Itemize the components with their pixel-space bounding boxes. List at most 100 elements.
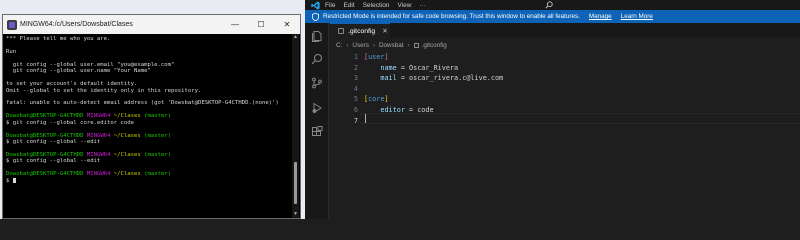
line-number: 5	[353, 95, 358, 104]
line-number: 7	[353, 116, 358, 125]
shield-icon	[312, 12, 319, 21]
manage-link[interactable]: Manage	[589, 13, 612, 20]
editor-tabs: .gitconfig ✕	[330, 23, 800, 38]
chevron-right-icon: ›	[407, 41, 410, 49]
line-number: 2	[353, 63, 358, 72]
code-token: =	[396, 74, 410, 83]
code-token: editor	[364, 106, 405, 114]
code-token: oscar_rivera.c@live.com	[409, 74, 504, 83]
bash-window-controls: — ☐ ✕	[222, 15, 300, 34]
code-line[interactable]: 5 [core]	[330, 94, 800, 105]
breadcrumb-file[interactable]: .gitconfig	[422, 42, 447, 49]
chevron-right-icon: ›	[372, 41, 375, 49]
code-token: =	[404, 106, 418, 114]
prompt-user: Dowsbat@DESKTOP-G4CTHDD	[6, 171, 84, 178]
code-token: ]	[384, 95, 389, 104]
prompt-path: ~/Clases	[113, 113, 141, 120]
prompt-branch: (master)	[144, 132, 172, 139]
prompt-path: ~/Clases	[113, 132, 141, 139]
restricted-mode-banner: Restricted Mode is intended for safe cod…	[305, 10, 800, 23]
file-icon	[413, 42, 419, 48]
prompt-path: ~/Clases	[113, 171, 141, 178]
scroll-up-arrow-icon[interactable]: ▲	[292, 34, 299, 41]
code-line[interactable]: 7	[330, 116, 800, 127]
prompt-branch: (master)	[144, 151, 172, 158]
code-line[interactable]: 1 [user]	[330, 52, 800, 63]
menu-file[interactable]: File	[325, 2, 335, 9]
terminal-output[interactable]: *** Please tell me who you are. Run git c…	[3, 34, 291, 218]
menu-more[interactable]: ···	[419, 2, 426, 9]
menu-bar: File Edit Selection View ···	[305, 0, 800, 10]
terminal-cursor	[12, 177, 16, 183]
menu-edit[interactable]: Edit	[343, 2, 354, 9]
bash-title-bar[interactable]: MINGW64:/c/Users/Dowsbat/Clases — ☐ ✕	[3, 15, 300, 34]
terminal-line: fatal: unable to auto-detect email addre…	[6, 100, 279, 107]
line-number: 4	[353, 84, 358, 93]
breadcrumb-drive[interactable]: C:	[336, 42, 342, 49]
extensions-icon[interactable]	[311, 126, 323, 138]
code-text: editor = code	[364, 105, 434, 116]
code-token: mail	[364, 74, 397, 83]
menu-view[interactable]: View	[397, 2, 411, 9]
vscode-logo-icon	[310, 0, 320, 10]
terminal-line: $	[6, 177, 288, 184]
code-token: =	[396, 63, 410, 72]
git-bash-window[interactable]: MINGW64:/c/Users/Dowsbat/Clases — ☐ ✕ **…	[2, 14, 301, 219]
prompt-env: MINGW64	[86, 151, 111, 158]
code-text: [user]	[364, 52, 389, 63]
learn-more-link[interactable]: Learn More	[621, 13, 653, 20]
search-icon[interactable]	[311, 53, 323, 65]
line-number: 6	[353, 106, 358, 114]
prompt-env: MINGW64	[86, 171, 111, 178]
file-icon	[338, 28, 344, 34]
prompt-path: ~/Clases	[113, 151, 141, 158]
menu-selection[interactable]: Selection	[363, 2, 390, 9]
line-number: 3	[353, 74, 358, 83]
breadcrumb: C: › Users › Dowsbat › .gitconfig	[330, 40, 447, 50]
activity-bar	[305, 23, 329, 219]
scroll-down-arrow-icon[interactable]: ▼	[292, 211, 299, 218]
code-text: [core]	[364, 94, 389, 105]
code-editor[interactable]: 1 [user] 2 name = Oscar_Rivera 3 mail = osc…	[330, 52, 800, 219]
code-token: user	[368, 53, 385, 61]
mingw-app-icon	[7, 19, 17, 30]
tab-label: .gitconfig	[348, 27, 376, 35]
prompt-user: Dowsbat@DESKTOP-G4CTHDD	[6, 132, 84, 139]
bash-window-title: MINGW64:/c/Users/Dowsbat/Clases	[20, 21, 133, 28]
breadcrumb-users[interactable]: Users	[352, 42, 368, 49]
prompt-env: MINGW64	[86, 113, 111, 120]
close-button[interactable]: ✕	[274, 15, 300, 34]
search-icon	[545, 0, 553, 9]
source-control-icon[interactable]	[311, 77, 323, 89]
prompt-branch: (master)	[144, 171, 172, 178]
tab-gitconfig[interactable]: .gitconfig ✕	[330, 23, 390, 38]
breadcrumb-dowsbat[interactable]: Dowsbat	[379, 42, 404, 49]
prompt-user: Dowsbat@DESKTOP-G4CTHDD	[6, 151, 84, 158]
code-token: name	[364, 63, 397, 72]
code-text: name = Oscar_Rivera	[364, 63, 458, 74]
code-line[interactable]: 3 mail = oscar_rivera.c@live.com	[330, 73, 800, 84]
prompt-env: MINGW64	[86, 132, 111, 139]
maximize-button[interactable]: ☐	[248, 15, 274, 34]
explorer-icon[interactable]	[311, 30, 323, 42]
code-token: ]	[384, 53, 389, 61]
command-center-search[interactable]	[545, 0, 597, 9]
code-token: Oscar_Rivera	[409, 63, 459, 72]
prompt-branch: (master)	[144, 113, 172, 120]
code-token: code	[417, 106, 434, 114]
minimize-button[interactable]: —	[222, 15, 248, 34]
code-line[interactable]: 4	[330, 84, 800, 95]
screen: MINGW64:/c/Users/Dowsbat/Clases — ☐ ✕ **…	[0, 0, 800, 219]
code-line[interactable]: 2 name = Oscar_Rivera	[330, 63, 800, 74]
desktop-background: MINGW64:/c/Users/Dowsbat/Clases — ☐ ✕ **…	[0, 0, 305, 219]
vscode-window: File Edit Selection View ··· Restricted …	[305, 0, 800, 219]
code-token: core	[368, 95, 385, 104]
prompt-user: Dowsbat@DESKTOP-G4CTHDD	[6, 113, 84, 120]
banner-message: Restricted Mode is intended for safe cod…	[323, 13, 580, 20]
scrollbar-thumb[interactable]	[294, 162, 297, 204]
code-line[interactable]: 6 editor = code	[330, 105, 800, 116]
run-debug-icon[interactable]	[311, 102, 323, 114]
terminal-scrollbar[interactable]: ▲ ▼	[292, 34, 299, 218]
tab-close-icon[interactable]: ✕	[382, 27, 387, 35]
code-text: mail = oscar_rivera.c@live.com	[364, 73, 503, 84]
